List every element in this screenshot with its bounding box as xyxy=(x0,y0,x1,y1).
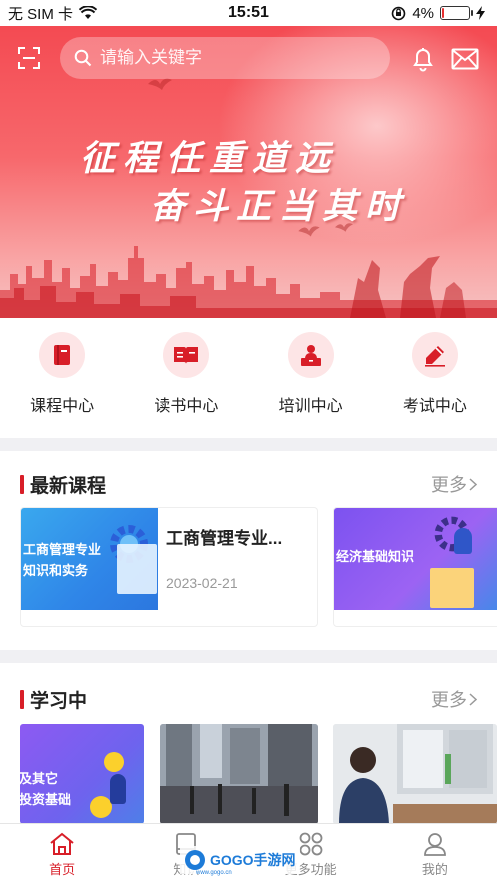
person-illustration xyxy=(454,528,472,554)
wifi-icon xyxy=(79,6,98,19)
grid-icon xyxy=(299,832,323,856)
latest-courses-more-link[interactable]: 更多 xyxy=(431,471,477,497)
status-bar: 无 SIM 卡 15:51 4% xyxy=(0,0,497,26)
watermark-url: www.gogo.cn xyxy=(196,870,232,876)
section-title: 学习中 xyxy=(20,686,87,713)
nav-label: 课程中心 xyxy=(30,398,95,415)
orientation-lock-icon xyxy=(392,6,406,20)
tab-mine[interactable]: 我的 xyxy=(373,824,497,883)
section-divider xyxy=(0,650,497,663)
chevron-right-icon xyxy=(469,692,477,706)
dove-icon xyxy=(148,78,172,90)
city-skyline-illustration xyxy=(0,246,497,318)
pencil-icon xyxy=(411,332,458,378)
section-accent-bar xyxy=(20,689,24,709)
more-label: 更多 xyxy=(431,475,467,495)
search-icon xyxy=(74,49,92,67)
learning-card[interactable]: 及其它 投资基础 xyxy=(20,724,144,824)
section-title: 最新课程 xyxy=(20,471,106,498)
office-woman-photo xyxy=(333,724,497,824)
top-bar xyxy=(0,36,497,80)
learning-card[interactable] xyxy=(333,724,497,824)
user-icon xyxy=(423,833,446,856)
book-icon xyxy=(39,332,86,378)
home-icon xyxy=(50,832,74,855)
city-street-photo xyxy=(160,724,318,824)
nav-label: 读书中心 xyxy=(154,398,219,415)
search-input[interactable] xyxy=(100,48,360,68)
watermark-logo-icon xyxy=(185,850,205,870)
scan-icon[interactable] xyxy=(16,45,42,71)
more-label: 更多 xyxy=(431,690,467,710)
learning-title: 学习中 xyxy=(30,690,88,712)
course-thumbnail: 工商管理专业 知识和实务 xyxy=(21,508,158,610)
nav-course-center[interactable]: 课程中心 xyxy=(0,318,124,438)
status-left: 无 SIM 卡 xyxy=(8,3,98,24)
nav-label: 考试中心 xyxy=(402,398,467,415)
battery-percent: 4% xyxy=(412,4,434,22)
charging-icon xyxy=(476,6,485,20)
latest-courses-header: 最新课程 更多 xyxy=(0,469,497,499)
learning-card[interactable] xyxy=(160,724,318,824)
nav-reading-center[interactable]: 读书中心 xyxy=(124,318,248,438)
latest-courses-title: 最新课程 xyxy=(30,475,107,497)
battery-icon xyxy=(440,6,473,20)
tab-label: 我的 xyxy=(421,862,448,877)
search-box[interactable] xyxy=(60,37,390,79)
tab-home[interactable]: 首页 xyxy=(0,824,124,883)
course-thumb-text: 经济基础知识 xyxy=(336,549,415,564)
nav-exam-center[interactable]: 考试中心 xyxy=(373,318,497,438)
section-divider xyxy=(0,438,497,451)
open-book-icon xyxy=(163,332,210,378)
person-illustration xyxy=(110,774,126,804)
mail-icon[interactable] xyxy=(450,44,480,74)
course-thumbnail: 经济基础知识 xyxy=(334,508,497,610)
lecturer-icon xyxy=(287,332,334,378)
course-card[interactable]: 经济基础知识 xyxy=(333,507,497,627)
watermark-text: GOGO手游网 xyxy=(210,852,296,868)
books-illustration xyxy=(430,568,474,608)
learning-more-link[interactable]: 更多 xyxy=(431,686,477,712)
course-doc-illustration xyxy=(117,544,157,594)
banner-slogan-line2: 奋斗正当其时 xyxy=(150,186,409,227)
coin-illustration xyxy=(90,796,112,818)
banner-slogan-line1: 征程任重道远 xyxy=(80,138,339,179)
learning-thumb-text: 及其它 投资基础 xyxy=(20,771,72,807)
tab-label: 首页 xyxy=(49,862,76,877)
course-date: 2023-02-21 xyxy=(166,575,238,591)
course-card[interactable]: 工商管理专业 知识和实务 工商管理专业... 2023-02-21 xyxy=(20,507,318,627)
coin-illustration xyxy=(104,752,124,772)
banner[interactable]: 征程任重道远 奋斗正当其时 xyxy=(0,26,497,318)
learning-header: 学习中 更多 xyxy=(0,684,497,714)
quick-nav: 课程中心 读书中心 培训中心 考试中心 xyxy=(0,318,497,438)
bell-icon[interactable] xyxy=(408,44,438,74)
nav-training-center[interactable]: 培训中心 xyxy=(249,318,373,438)
course-title: 工商管理专业... xyxy=(166,529,283,548)
course-thumb-text: 工商管理专业 知识和实务 xyxy=(23,542,102,578)
nav-label: 培训中心 xyxy=(278,398,343,415)
section-accent-bar xyxy=(20,474,24,494)
status-right: 4% xyxy=(391,5,485,22)
chevron-right-icon xyxy=(469,477,477,491)
carrier-text: 无 SIM 卡 xyxy=(8,5,74,23)
